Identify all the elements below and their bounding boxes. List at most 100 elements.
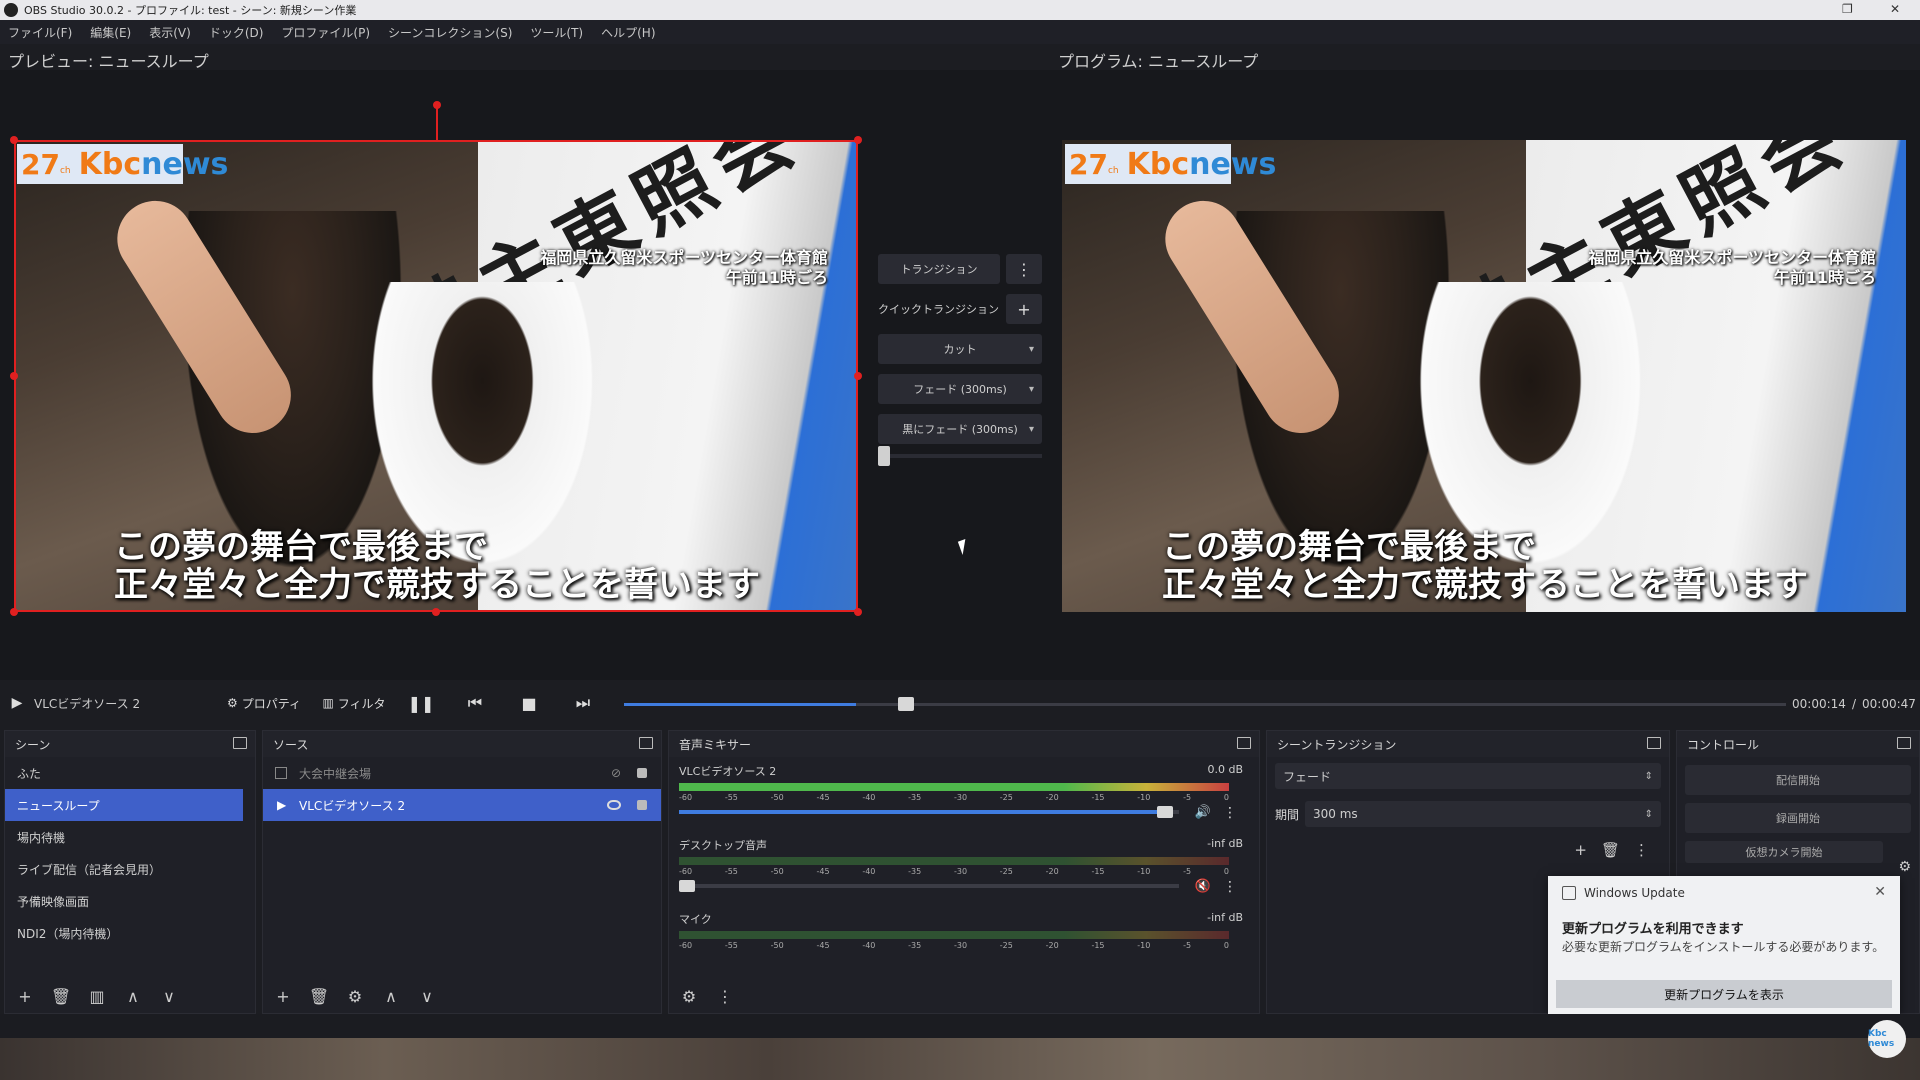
source-item-selected[interactable]: ▶ VLCビデオソース 2 xyxy=(263,789,661,821)
undock-icon[interactable] xyxy=(233,737,247,749)
resize-handle[interactable] xyxy=(432,608,440,616)
move-up-icon[interactable]: ∧ xyxy=(379,987,403,1006)
move-up-icon[interactable]: ∧ xyxy=(121,987,145,1006)
more-icon[interactable]: ⋮ xyxy=(1006,254,1042,284)
volume-meter xyxy=(679,931,1229,939)
transition-button[interactable]: トランジション xyxy=(878,254,1000,284)
rotation-handle[interactable] xyxy=(433,101,441,109)
scale-label: -10 xyxy=(1137,941,1151,950)
scene-item[interactable]: ライブ配信（記者会見用） xyxy=(5,853,255,885)
volume-slider[interactable] xyxy=(679,880,1179,892)
resize-handle[interactable] xyxy=(854,608,862,616)
kbc-badge: Kbc news xyxy=(1868,1020,1906,1058)
tbar-slider[interactable] xyxy=(878,446,1042,466)
add-icon[interactable]: + xyxy=(1574,841,1587,859)
start-streaming-button[interactable]: 配信開始 xyxy=(1685,765,1911,795)
audio-settings-icon[interactable]: ⚙ xyxy=(677,987,701,1006)
restore-icon[interactable]: ❐ xyxy=(1842,2,1853,16)
resize-handle[interactable] xyxy=(854,372,862,380)
gear-icon[interactable]: ⚙ xyxy=(1898,859,1911,875)
source-item[interactable]: 大会中継会場 ⊘ xyxy=(263,757,661,789)
more-icon[interactable]: ⋮ xyxy=(713,987,737,1006)
next-icon[interactable]: ⏭ xyxy=(556,693,610,713)
preview-canvas[interactable]: 勢主東照会 27 ch Kbc news 福岡県立久留米スポーツセンター体育館 … xyxy=(14,140,858,612)
lock-icon[interactable] xyxy=(637,800,647,810)
window-title: OBS Studio 30.0.2 - プロファイル: test - シーン: … xyxy=(24,4,357,17)
resize-handle[interactable] xyxy=(10,136,18,144)
menu-edit[interactable]: 編集(E) xyxy=(90,24,131,41)
scale-label: -45 xyxy=(816,793,830,802)
resize-handle[interactable] xyxy=(10,608,18,616)
undock-icon[interactable] xyxy=(1647,737,1661,749)
previous-icon[interactable]: ⏮ xyxy=(448,693,502,713)
location-caption: 福岡県立久留米スポーツセンター体育館 午前11時ごろ xyxy=(540,248,828,288)
trash-icon[interactable]: 🗑 xyxy=(49,987,73,1006)
scene-item[interactable]: 予備映像画面 xyxy=(5,885,255,917)
stop-icon[interactable]: ■ xyxy=(502,694,556,713)
rotation-handle-line xyxy=(436,104,438,140)
cut-button[interactable]: カット ▾ xyxy=(878,334,1042,364)
transition-type-select[interactable]: フェード ⇕ xyxy=(1275,763,1661,789)
add-icon[interactable]: + xyxy=(271,987,295,1006)
tbar-handle[interactable] xyxy=(878,446,890,466)
scale-label: -25 xyxy=(999,793,1013,802)
close-icon[interactable]: ✕ xyxy=(1890,2,1900,16)
volume-handle[interactable] xyxy=(679,880,695,892)
resize-handle[interactable] xyxy=(854,136,862,144)
scene-item[interactable]: NDI2（場内待機） xyxy=(5,917,255,949)
trash-icon[interactable]: 🗑 xyxy=(1601,841,1620,859)
more-icon[interactable]: ⋮ xyxy=(1223,805,1237,821)
scale-label: -60 xyxy=(679,793,693,802)
scale-label: -15 xyxy=(1091,941,1105,950)
more-icon[interactable]: ⋮ xyxy=(1634,841,1649,859)
duration-spinbox[interactable]: 300 ms ⇕ xyxy=(1305,801,1661,827)
scene-item-selected[interactable]: ニュースループ xyxy=(5,789,243,821)
mute-icon[interactable]: 🔇 xyxy=(1195,879,1211,894)
more-icon[interactable]: ⋮ xyxy=(1223,879,1237,895)
start-virtual-camera-button[interactable]: 仮想カメラ開始 xyxy=(1685,841,1883,863)
trash-icon[interactable]: 🗑 xyxy=(307,987,331,1006)
lock-icon[interactable] xyxy=(637,768,647,778)
menu-help[interactable]: ヘルプ(H) xyxy=(601,24,655,41)
close-icon[interactable]: ✕ xyxy=(1874,884,1886,900)
filters-button[interactable]: ▥ フィルタ xyxy=(314,695,394,712)
add-icon[interactable]: + xyxy=(1006,294,1042,324)
transition-panel: トランジション ⋮ クイックトランジション + カット ▾ フェード (300ms… xyxy=(878,254,1042,466)
media-seek-slider[interactable] xyxy=(624,697,1786,711)
menu-tools[interactable]: ツール(T) xyxy=(530,24,583,41)
menu-dock[interactable]: ドック(D) xyxy=(209,24,264,41)
move-down-icon[interactable]: ∨ xyxy=(157,987,181,1006)
scale-label: 0 xyxy=(1223,793,1229,802)
scene-item[interactable]: 場内待機 xyxy=(5,821,255,853)
menu-view[interactable]: 表示(V) xyxy=(149,24,191,41)
move-down-icon[interactable]: ∨ xyxy=(415,987,439,1006)
volume-handle[interactable] xyxy=(1157,806,1173,818)
filters-label: フィルタ xyxy=(337,696,386,711)
fade-button[interactable]: フェード (300ms) ▾ xyxy=(878,374,1042,404)
eye-hidden-icon[interactable]: ⊘ xyxy=(611,766,621,780)
seek-handle[interactable] xyxy=(898,697,914,711)
duration-row: 期間 300 ms ⇕ xyxy=(1267,795,1669,833)
pause-icon[interactable]: ❚❚ xyxy=(394,694,448,713)
fade-to-black-button[interactable]: 黒にフェード (300ms) ▾ xyxy=(878,414,1042,444)
menu-file[interactable]: ファイル(F) xyxy=(8,24,72,41)
menu-scene-collection[interactable]: シーンコレクション(S) xyxy=(388,24,512,41)
add-icon[interactable]: + xyxy=(13,987,37,1006)
windows-update-notification[interactable]: Windows Update ✕ 更新プログラムを利用できます 必要な更新プログ… xyxy=(1548,876,1900,1014)
play-icon[interactable]: ▶ xyxy=(0,695,34,711)
volume-slider[interactable] xyxy=(679,806,1179,818)
start-recording-button[interactable]: 録画開始 xyxy=(1685,803,1911,833)
properties-button[interactable]: ⚙ プロパティ xyxy=(214,695,314,712)
view-updates-button[interactable]: 更新プログラムを表示 xyxy=(1556,980,1892,1008)
undock-icon[interactable] xyxy=(1897,737,1911,749)
gear-icon[interactable]: ⚙ xyxy=(343,987,367,1006)
undock-icon[interactable] xyxy=(1237,737,1251,749)
speaker-icon[interactable]: 🔊 xyxy=(1195,805,1211,820)
logo-news: news xyxy=(141,146,229,182)
resize-handle[interactable] xyxy=(10,372,18,380)
eye-icon[interactable] xyxy=(607,800,621,810)
menu-profile[interactable]: プロファイル(P) xyxy=(281,24,370,41)
undock-icon[interactable] xyxy=(639,737,653,749)
scene-item[interactable]: ふた xyxy=(5,757,255,789)
filter-icon[interactable]: ▥ xyxy=(85,987,109,1006)
